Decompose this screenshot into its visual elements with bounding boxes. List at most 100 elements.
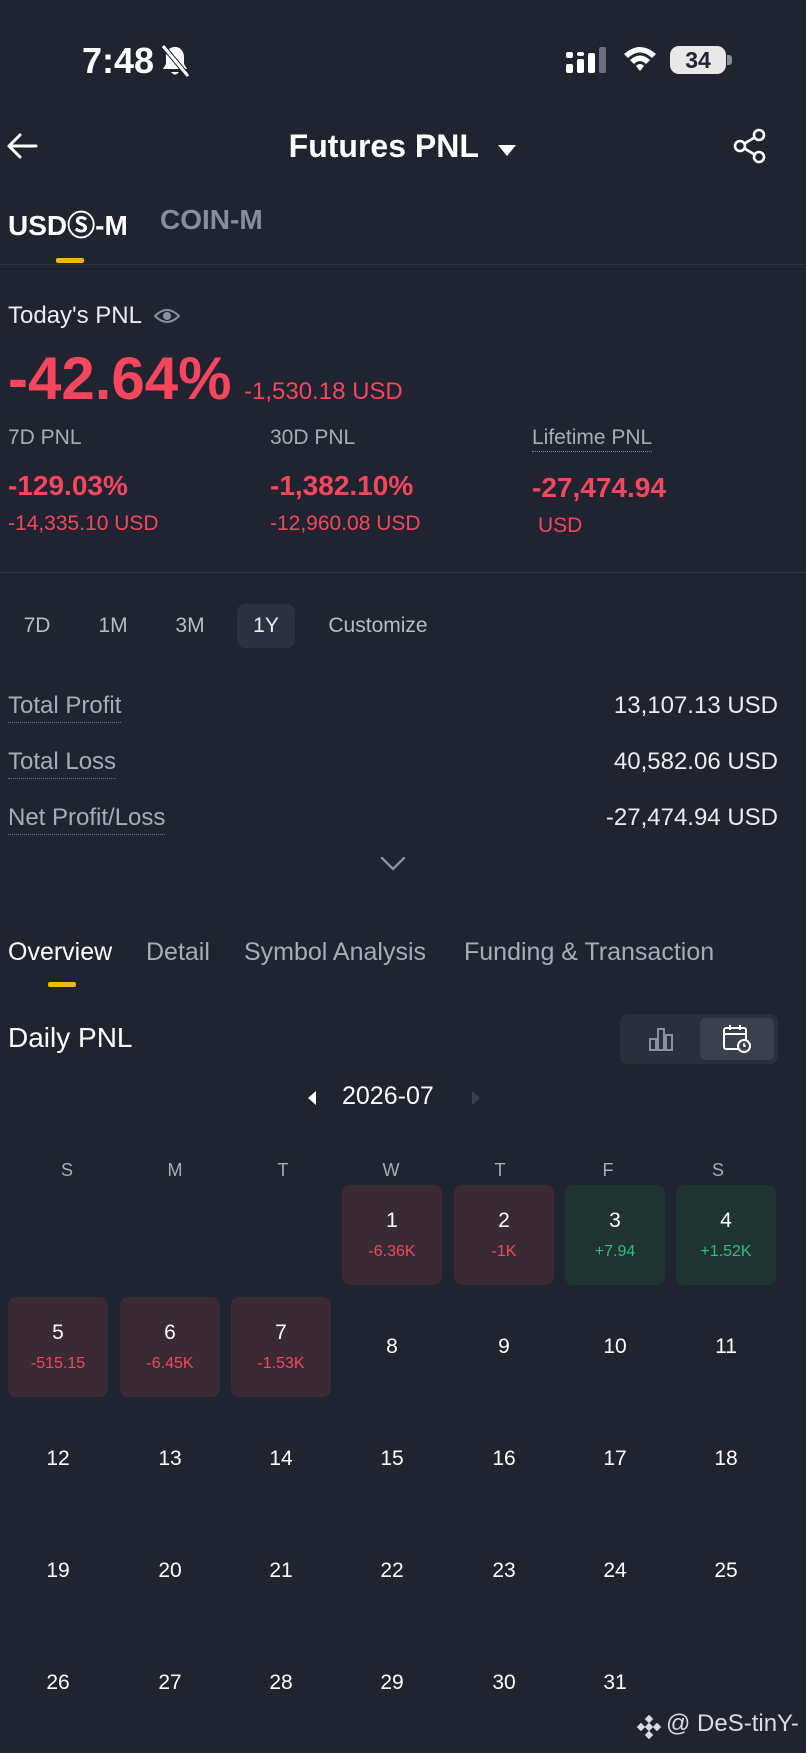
tab-usds-m[interactable]: USDⓈ-M <box>8 204 128 244</box>
stat-usd: USD <box>538 514 583 537</box>
summary-row-total-loss: Total Loss 40,582.06 USD <box>8 748 778 788</box>
calendar-day[interactable]: 6 -6.45K <box>120 1297 220 1397</box>
day-number: 5 <box>52 1321 64 1344</box>
calendar-day[interactable]: 3 +7.94 <box>565 1185 665 1285</box>
calendar-day[interactable]: 5 -515.15 <box>8 1297 108 1397</box>
calendar-day[interactable]: 19 <box>8 1521 108 1621</box>
battery-level: 34 <box>685 47 711 73</box>
status-bar: 7:48 34 <box>0 0 806 120</box>
day-number: 14 <box>269 1447 293 1470</box>
month-navigation: 2026-07 <box>0 1080 806 1120</box>
calendar-day[interactable]: 30 <box>454 1633 554 1733</box>
stat-label: 30D PNL <box>270 426 356 449</box>
day-pnl-value: -6.45K <box>146 1355 194 1372</box>
title-dropdown[interactable]: Futures PNL <box>0 128 806 165</box>
tab-funding-transaction[interactable]: Funding & Transaction <box>464 938 714 967</box>
calendar-day[interactable]: 8 <box>342 1297 442 1397</box>
stat-7d: 7D PNL -129.03% -14,335.10 USD <box>8 426 248 538</box>
calendar-day[interactable]: 12 <box>8 1409 108 1509</box>
tab-coin-m[interactable]: COIN-M <box>160 204 263 236</box>
weekday-label: M <box>167 1160 183 1180</box>
day-number: 12 <box>46 1447 70 1470</box>
caret-right-icon[interactable] <box>470 1090 482 1106</box>
day-number: 22 <box>380 1559 404 1582</box>
calendar-day[interactable]: 7 -1.53K <box>231 1297 331 1397</box>
daily-pnl-title: Daily PNL <box>8 1022 133 1053</box>
calendar-day[interactable]: 17 <box>565 1409 665 1509</box>
period-3m[interactable]: 3M <box>160 604 220 648</box>
calendar-day[interactable]: 2 -1K <box>454 1185 554 1285</box>
summary-label[interactable]: Total Profit <box>8 692 122 723</box>
stat-usd: -12,960.08 USD <box>270 512 421 535</box>
weekday-label: T <box>277 1160 289 1180</box>
day-number: 6 <box>164 1321 176 1344</box>
period-7d[interactable]: 7D <box>8 604 66 648</box>
period-1y[interactable]: 1Y <box>237 604 295 648</box>
active-tab-indicator <box>48 982 76 987</box>
stat-percent: -129.03% <box>8 470 128 501</box>
day-number: 2 <box>498 1209 510 1232</box>
weekday-label: S <box>711 1160 724 1180</box>
calendar-day[interactable]: 15 <box>342 1409 442 1509</box>
battery-indicator: 34 <box>670 46 732 74</box>
summary-row-total-profit: Total Profit 13,107.13 USD <box>8 692 778 732</box>
chevron-down-icon[interactable] <box>380 856 406 872</box>
summary-row-net: Net Profit/Loss -27,474.94 USD <box>8 804 778 844</box>
day-number: 4 <box>720 1209 732 1232</box>
calendar-day[interactable]: 23 <box>454 1521 554 1621</box>
calendar-day[interactable]: 27 <box>120 1633 220 1733</box>
calendar-day[interactable]: 9 <box>454 1297 554 1397</box>
day-number: 27 <box>158 1671 182 1694</box>
day-pnl-value: -1K <box>491 1243 517 1260</box>
day-number: 24 <box>603 1559 627 1582</box>
calendar-day[interactable]: 10 <box>565 1297 665 1397</box>
day-number: 29 <box>380 1671 404 1694</box>
summary-label[interactable]: Net Profit/Loss <box>8 804 166 835</box>
todays-pnl-label: Today's PNL <box>8 302 142 329</box>
eye-icon[interactable] <box>154 306 180 326</box>
calendar-day[interactable]: 26 <box>8 1633 108 1733</box>
calendar-day[interactable]: 11 <box>676 1297 776 1397</box>
day-number: 28 <box>269 1671 293 1694</box>
stat-label[interactable]: Lifetime PNL <box>532 426 653 452</box>
summary-value: -27,474.94 USD <box>605 804 778 831</box>
calendar-day[interactable]: 24 <box>565 1521 665 1621</box>
summary-value: 13,107.13 USD <box>613 692 778 719</box>
calendar-day[interactable]: 13 <box>120 1409 220 1509</box>
calendar-day[interactable]: 1 -6.36K <box>342 1185 442 1285</box>
divider <box>0 264 806 265</box>
day-number: 30 <box>492 1671 516 1694</box>
tab-overview[interactable]: Overview <box>8 938 112 967</box>
day-number: 16 <box>492 1447 516 1470</box>
caret-down-icon <box>498 144 517 156</box>
calendar-day[interactable]: 16 <box>454 1409 554 1509</box>
tab-detail[interactable]: Detail <box>146 938 210 967</box>
stat-percent: -27,474.94 <box>532 472 666 503</box>
watermark: @ DeS-tinY- <box>666 1710 799 1737</box>
calendar-day[interactable]: 25 <box>676 1521 776 1621</box>
calendar-view-button[interactable] <box>700 1018 774 1060</box>
calendar-day[interactable]: 14 <box>231 1409 331 1509</box>
day-number: 31 <box>603 1671 627 1694</box>
weekday-label: S <box>60 1160 73 1180</box>
day-number: 13 <box>158 1447 182 1470</box>
day-number: 15 <box>380 1447 404 1470</box>
calendar-day[interactable]: 22 <box>342 1521 442 1621</box>
calendar-day[interactable]: 4 +1.52K <box>676 1185 776 1285</box>
calendar-clock-icon <box>723 1025 751 1053</box>
period-1m[interactable]: 1M <box>84 604 142 648</box>
calendar-day[interactable]: 28 <box>231 1633 331 1733</box>
todays-pnl-usd: -1,530.18 USD <box>244 378 403 405</box>
summary-label[interactable]: Total Loss <box>8 748 117 779</box>
caret-left-icon[interactable] <box>306 1090 318 1106</box>
calendar-day[interactable]: 20 <box>120 1521 220 1621</box>
bar-chart-icon <box>649 1028 673 1051</box>
calendar-day[interactable]: 29 <box>342 1633 442 1733</box>
period-customize[interactable]: Customize <box>314 604 442 648</box>
calendar-day[interactable]: 21 <box>231 1521 331 1621</box>
calendar-day[interactable]: 18 <box>676 1409 776 1509</box>
tab-symbol-analysis[interactable]: Symbol Analysis <box>244 938 426 967</box>
chart-view-button[interactable] <box>624 1018 698 1060</box>
active-tab-indicator <box>56 258 84 263</box>
share-icon[interactable] <box>732 128 768 164</box>
